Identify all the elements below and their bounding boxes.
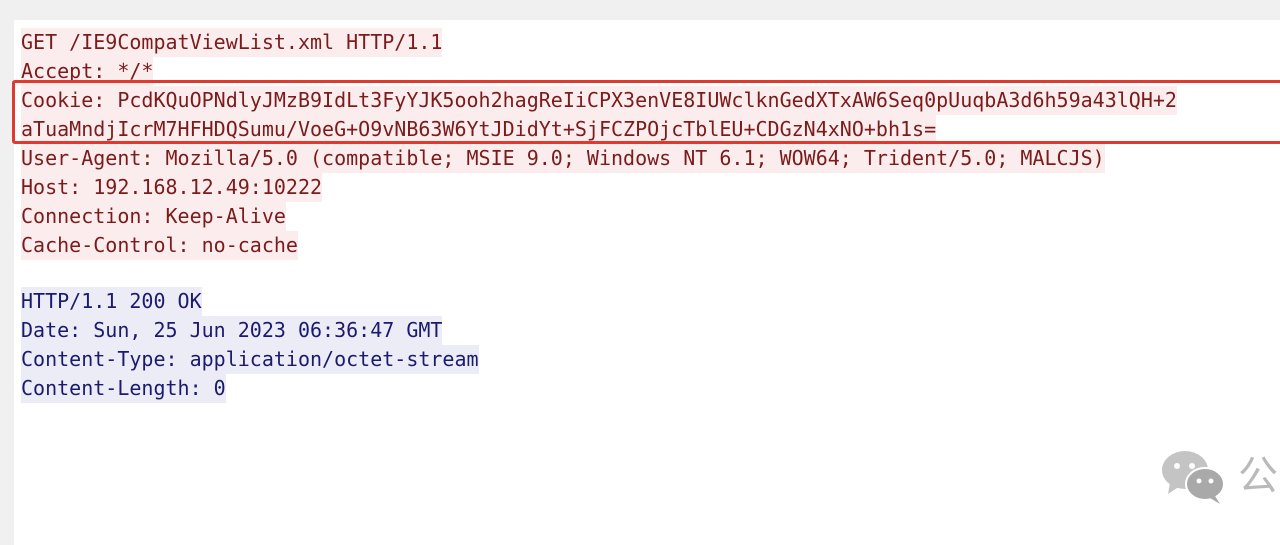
watermark: 公 xyxy=(1160,446,1280,506)
header-user-agent: User-Agent: Mozilla/5.0 (compatible; MSI… xyxy=(21,144,1105,173)
header-accept: Accept: */* xyxy=(21,57,154,86)
header-cookie: Cookie: PcdKQuOPNdlyJMzB9IdLt3FyYJK5ooh2… xyxy=(21,86,1177,115)
header-date: Date: Sun, 25 Jun 2023 06:36:47 GMT xyxy=(21,316,443,345)
header-host: Host: 192.168.12.49:10222 xyxy=(21,173,323,202)
http-stream-pane[interactable]: GET /IE9CompatViewList.xml HTTP/1.1 Acce… xyxy=(14,20,1280,545)
watermark-text: 公 xyxy=(1238,453,1278,499)
wechat-icon xyxy=(1162,451,1225,504)
request-line: GET /IE9CompatViewList.xml HTTP/1.1 xyxy=(21,28,443,57)
header-cache-control: Cache-Control: no-cache xyxy=(21,231,298,260)
response-status-line: HTTP/1.1 200 OK xyxy=(21,287,202,316)
header-content-type: Content-Type: application/octet-stream xyxy=(21,345,479,374)
header-connection: Connection: Keep-Alive xyxy=(21,202,286,231)
header-content-length: Content-Length: 0 xyxy=(21,374,226,403)
header-cookie-continuation: aTuaMndjIcrM7HFHDQSumu/VoeG+O9vNB63W6YtJ… xyxy=(21,115,937,144)
